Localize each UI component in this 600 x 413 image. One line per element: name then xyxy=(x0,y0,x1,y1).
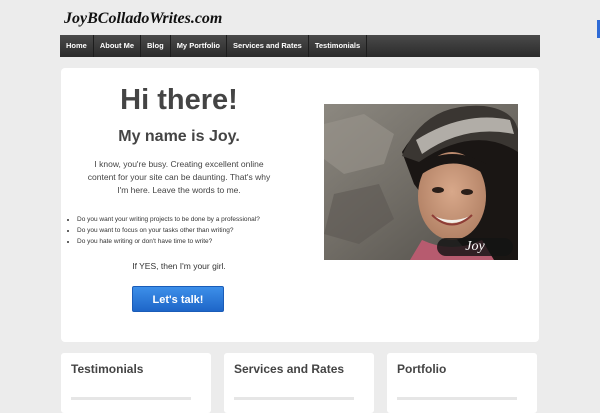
site-title[interactable]: JoyBColladoWrites.com xyxy=(64,10,222,28)
hero-panel: Hi there! My name is Joy. I know, you're… xyxy=(61,68,539,342)
list-item: Do you want to focus on your tasks other… xyxy=(77,225,317,236)
hero-intro-text: I know, you're busy. Creating excellent … xyxy=(87,159,271,195)
nav-item-blog[interactable]: Blog xyxy=(141,35,171,57)
portfolio-card: Portfolio xyxy=(387,353,537,413)
card-title: Services and Rates xyxy=(234,362,345,376)
hero-cta-text: If YES, then I'm your girl. xyxy=(132,261,226,271)
lets-talk-button[interactable]: Let's talk! xyxy=(132,286,224,312)
card-title: Portfolio xyxy=(397,362,447,376)
profile-photo xyxy=(324,104,518,260)
main-navigation: Home About Me Blog My Portfolio Services… xyxy=(60,35,540,57)
services-card: Services and Rates xyxy=(224,353,374,413)
nav-item-about-me[interactable]: About Me xyxy=(94,35,142,57)
nav-item-testimonials[interactable]: Testimonials xyxy=(309,35,368,57)
nav-item-home[interactable]: Home xyxy=(60,35,94,57)
card-title: Testimonials xyxy=(71,362,144,376)
hero-greeting: Hi there! xyxy=(120,84,238,116)
list-item: Do you want your writing projects to be … xyxy=(77,214,317,225)
testimonials-card: Testimonials xyxy=(61,353,211,413)
nav-item-services-and-rates[interactable]: Services and Rates xyxy=(227,35,309,57)
hero-subheading: My name is Joy. xyxy=(118,128,240,145)
nav-item-my-portfolio[interactable]: My Portfolio xyxy=(171,35,228,57)
list-item: Do you hate writing or don't have time t… xyxy=(77,236,317,247)
photo-caption: Joy xyxy=(437,238,513,256)
hero-question-list: Do you want your writing projects to be … xyxy=(69,214,317,247)
